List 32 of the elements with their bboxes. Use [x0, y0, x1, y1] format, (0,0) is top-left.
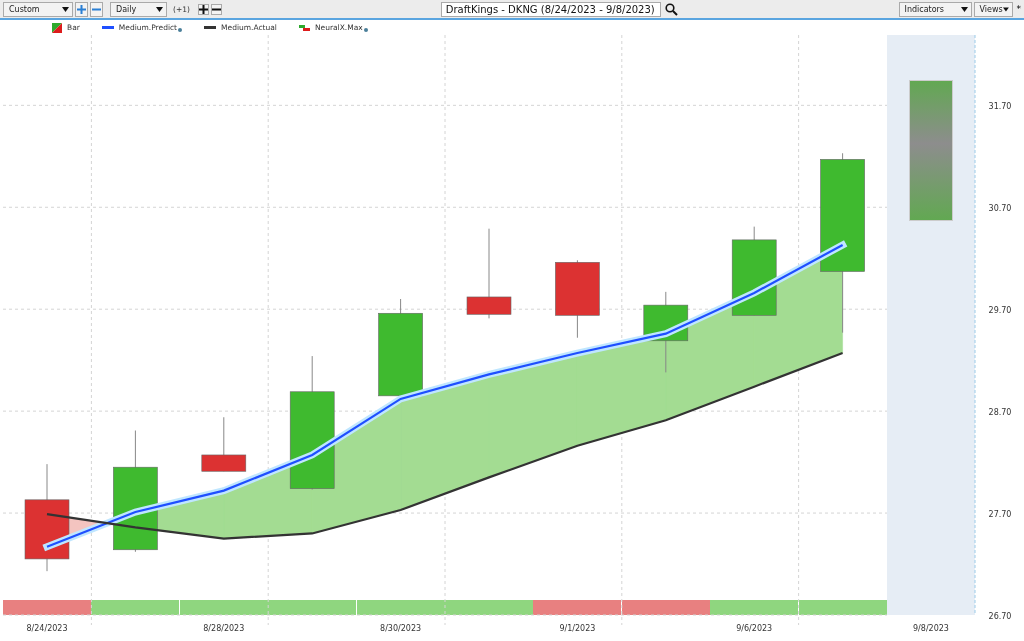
plus-icon	[198, 4, 208, 14]
axis-label: 26.70	[988, 612, 1012, 621]
zoom-in-button[interactable]	[197, 3, 209, 15]
bar-legend-icon	[52, 22, 62, 33]
caret-icon	[1002, 6, 1009, 12]
axis-label: 9/8/2023	[913, 624, 949, 633]
step-legend-icon	[298, 24, 310, 31]
axis-label: 31.70	[988, 102, 1012, 112]
search-icon[interactable]	[664, 2, 678, 16]
caret-icon	[960, 6, 968, 12]
indicators-dropdown[interactable]: Indicators	[898, 1, 972, 17]
interval-dropdown[interactable]: Daily	[110, 1, 167, 17]
axis-label: 28.70	[988, 408, 1012, 418]
settings-dot-icon[interactable]	[363, 27, 368, 32]
axis-label: 9/1/2023	[559, 624, 596, 633]
axis-label: 30.70	[988, 204, 1012, 214]
axis-label: 8/24/2023	[26, 624, 68, 633]
axis-label: 8/30/2023	[380, 624, 422, 633]
symbol-field[interactable]: DraftKings - DKNG (8/24/2023 - 9/8/2023)	[440, 1, 661, 17]
axis-label: 29.70	[988, 306, 1012, 316]
zoom-out-button[interactable]	[210, 3, 222, 15]
period-dropdown[interactable]: Custom	[3, 1, 73, 17]
candlestick-drawing	[201, 416, 247, 472]
axis-label: 9/6/2023	[736, 624, 773, 633]
views-dropdown[interactable]: Views	[973, 1, 1013, 17]
modified-mark: *	[1016, 4, 1021, 14]
axis-label: 8/28/2023	[203, 624, 245, 633]
plus-icon	[77, 4, 86, 14]
settings-dot-icon[interactable]	[178, 27, 183, 32]
axis-label: 27.70	[988, 510, 1012, 520]
caret-icon	[156, 6, 163, 12]
caret-icon	[62, 6, 69, 12]
